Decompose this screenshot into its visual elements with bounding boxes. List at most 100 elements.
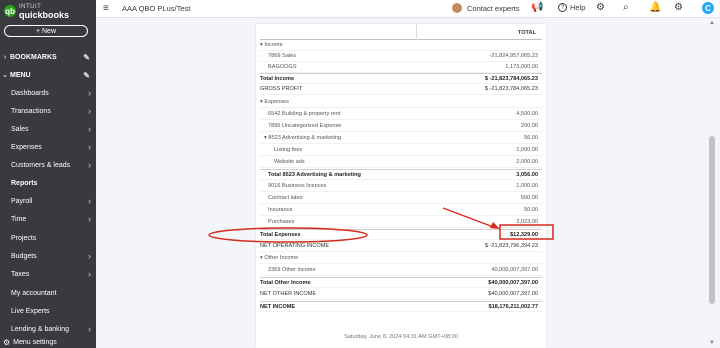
report-row[interactable]: ▾ 8523 Advertising & marketing 56.00 bbox=[260, 133, 542, 144]
report-row-net-other-income[interactable]: NET OTHER INCOME $40,000,007,397.00 bbox=[260, 289, 542, 300]
row-label: GROSS PROFIT bbox=[260, 86, 303, 92]
report-content-area: TOTAL ▾ Income 7869 Sales -21,824,957,065… bbox=[96, 18, 706, 348]
search-icon[interactable]: ⌕ bbox=[623, 2, 629, 13]
report-row-gross-profit[interactable]: GROSS PROFIT $ -21,823,784,065.23 bbox=[260, 84, 542, 95]
row-label: 2369 Other income bbox=[268, 267, 316, 273]
pencil-icon[interactable]: ✎ bbox=[83, 71, 90, 80]
row-label: ▾ 8523 Advertising & marketing bbox=[264, 135, 342, 141]
settings-gear-icon: ⚙ bbox=[3, 338, 11, 347]
pencil-icon[interactable]: ✎ bbox=[83, 53, 90, 62]
report-row[interactable]: Contract labor 500.00 bbox=[260, 193, 542, 204]
report-row[interactable]: ▾ Income bbox=[260, 40, 542, 51]
row-label: Contract labor bbox=[268, 195, 304, 201]
row-label: ▾ Income bbox=[260, 42, 283, 48]
row-value: $ -21,823,796,394.23 bbox=[484, 243, 538, 249]
chevron-right-icon: › bbox=[88, 124, 91, 134]
scroll-up-icon[interactable]: ▲ bbox=[709, 20, 715, 26]
sidebar-item-taxes[interactable]: Taxes › bbox=[0, 265, 96, 283]
sidebar-item-projects[interactable]: Projects bbox=[0, 229, 96, 247]
sidebar-item-dashboards[interactable]: Dashboards › bbox=[0, 84, 96, 102]
row-value: $40,000,007,397.00 bbox=[488, 279, 538, 286]
row-label: Insurance bbox=[268, 207, 293, 213]
total-column-label: TOTAL bbox=[517, 30, 536, 36]
sidebar-item-label: Dashboards bbox=[11, 89, 49, 97]
page-scrollbar[interactable]: ▲ ▼ bbox=[706, 18, 720, 348]
help-button[interactable]: ? Help bbox=[558, 3, 585, 12]
sidebar-item-label: Taxes bbox=[11, 270, 30, 278]
report-row[interactable]: ▾ Other Income bbox=[260, 253, 542, 264]
report-row[interactable]: BAGOOGS 1,173,000.00 bbox=[260, 62, 542, 73]
chevron-right-icon: › bbox=[88, 88, 91, 98]
report-row-total-advertising[interactable]: Total 8523 Advertising & marketing 3,056.… bbox=[260, 169, 542, 180]
sidebar-item-payroll[interactable]: Payroll › bbox=[0, 192, 96, 210]
avatar-icon[interactable]: C bbox=[702, 2, 714, 14]
row-value: 1,000.00 bbox=[516, 183, 538, 189]
row-value: 40,000,007,397.00 bbox=[491, 267, 538, 273]
row-label: 9016 Business licences bbox=[268, 183, 327, 189]
report-row[interactable]: ▾ Expenses bbox=[260, 97, 542, 108]
megaphone-icon[interactable]: 📢 bbox=[531, 2, 543, 13]
sidebar-item-budgets[interactable]: Budgets › bbox=[0, 247, 96, 265]
sidebar-item-label: Lending & banking bbox=[11, 325, 69, 333]
gear-icon[interactable]: ⚙ bbox=[674, 2, 683, 13]
report-row[interactable]: Purchases 3,023.00 bbox=[260, 217, 542, 228]
row-value: 4,500.00 bbox=[516, 111, 538, 117]
report-row[interactable]: 2369 Other income 40,000,007,397.00 bbox=[260, 265, 542, 276]
new-button[interactable]: + New bbox=[4, 25, 88, 37]
menu-settings-button[interactable]: ⚙ Menu settings bbox=[3, 338, 57, 347]
report-row[interactable]: 9016 Business licences 1,000.00 bbox=[260, 181, 542, 192]
scroll-thumb[interactable] bbox=[709, 136, 715, 304]
report-row[interactable]: Listing fees 1,000.00 bbox=[260, 145, 542, 156]
sidebar-item-sales[interactable]: Sales › bbox=[0, 120, 96, 138]
chevron-right-icon: › bbox=[88, 324, 91, 334]
sidebar-item-time[interactable]: Time › bbox=[0, 210, 96, 228]
settings-gear-icon[interactable]: ⚙ bbox=[596, 2, 605, 13]
row-value: 2,000.00 bbox=[516, 159, 538, 165]
report-row-total-income[interactable]: Total Income $ -21,823,784,065.23 bbox=[260, 73, 542, 84]
sidebar-item-lending-banking[interactable]: Lending & banking › bbox=[0, 320, 96, 338]
report-row[interactable]: Insurance 50.00 bbox=[260, 205, 542, 216]
bookmarks-header[interactable]: › BOOKMARKS ✎ bbox=[0, 50, 96, 64]
left-sidebar: qb INTUIT quickbooks + New › BOOKMARKS ✎… bbox=[0, 0, 96, 348]
sidebar-item-label: Customers & leads bbox=[11, 161, 71, 169]
report-row[interactable]: Website ads 2,000.00 bbox=[260, 157, 542, 168]
report-row[interactable]: 7896 Uncategorized Expense 200.00 bbox=[260, 121, 542, 132]
report-row[interactable]: 7869 Sales -21,824,957,065.23 bbox=[260, 51, 542, 62]
menu-header[interactable]: ⌄ MENU ✎ bbox=[0, 68, 96, 82]
sidebar-item-expenses[interactable]: Expenses › bbox=[0, 138, 96, 156]
sidebar-item-label: Live Experts bbox=[11, 307, 50, 315]
row-value: $12,329.00 bbox=[510, 231, 538, 238]
brand-name: quickbooks bbox=[19, 10, 70, 20]
sidebar-item-label: Time bbox=[11, 215, 27, 223]
menu-settings-label: Menu settings bbox=[13, 339, 57, 346]
chevron-right-icon: › bbox=[88, 106, 91, 116]
bookmarks-label: BOOKMARKS bbox=[10, 53, 57, 61]
sidebar-item-customers-leads[interactable]: Customers & leads › bbox=[0, 156, 96, 174]
row-label: 6542 Building & property rent bbox=[268, 111, 341, 117]
sidebar-item-transactions[interactable]: Transactions › bbox=[0, 102, 96, 120]
profit-loss-report: TOTAL ▾ Income 7869 Sales -21,824,957,065… bbox=[256, 24, 546, 348]
report-row[interactable]: 6542 Building & property rent 4,500.00 bbox=[260, 109, 542, 120]
bell-icon[interactable]: 🔔 bbox=[649, 2, 661, 13]
report-row-total-expenses[interactable]: Total Expenses $12,329.00 bbox=[260, 229, 542, 240]
row-label: ▾ Expenses bbox=[260, 99, 289, 105]
sidebar-item-label: Sales bbox=[11, 125, 29, 133]
sidebar-item-my-accountant[interactable]: My accountant bbox=[0, 284, 96, 302]
menu-icon[interactable]: ≡ bbox=[103, 3, 109, 14]
row-label: Total Income bbox=[260, 75, 295, 82]
contact-experts-button[interactable]: Contact experts bbox=[452, 3, 520, 13]
row-value: 56.00 bbox=[524, 135, 538, 141]
report-row-total-other-income[interactable]: Total Other Income $40,000,007,397.00 bbox=[260, 277, 542, 288]
sidebar-item-live-experts[interactable]: Live Experts bbox=[0, 302, 96, 320]
report-column-header: TOTAL bbox=[260, 24, 542, 40]
report-row-net-operating-income[interactable]: NET OPERATING INCOME $ -21,823,796,394.23 bbox=[260, 241, 542, 252]
row-label: 7869 Sales bbox=[268, 53, 296, 59]
chevron-right-icon: › bbox=[88, 142, 91, 152]
chevron-right-icon: › bbox=[88, 269, 91, 279]
row-label: NET OPERATING INCOME bbox=[260, 243, 330, 249]
sidebar-item-reports[interactable]: Reports bbox=[0, 174, 96, 192]
quickbooks-logo[interactable]: qb INTUIT quickbooks bbox=[4, 3, 70, 20]
scroll-down-icon[interactable]: ▼ bbox=[709, 340, 715, 346]
row-value: $ -21,823,784,065.23 bbox=[484, 75, 538, 82]
report-row-net-income[interactable]: NET INCOME $18,176,211,002.77 bbox=[260, 301, 542, 312]
